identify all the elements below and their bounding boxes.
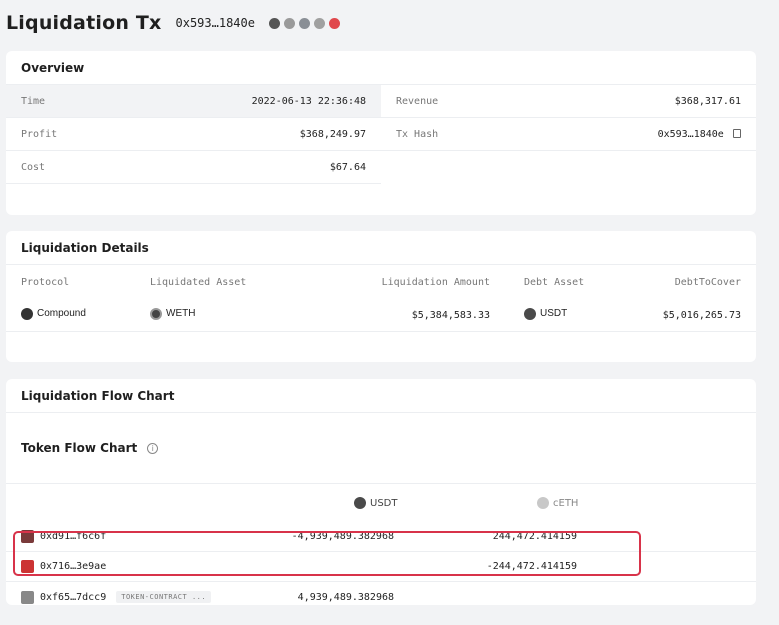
table-row: 0x716…3e9ae -244,472.414159 xyxy=(6,552,756,582)
weth-icon xyxy=(150,307,162,320)
table-row: 0xd91…f6c6f -4,939,489.382968 244,472.41… xyxy=(6,522,756,552)
overview-right: Revenue $368,317.61 Tx Hash 0x593…1840e xyxy=(381,85,756,184)
liquidation-table-header: Protocol Liquidated Asset Liquidation Am… xyxy=(21,276,741,288)
etherscan-icon[interactable] xyxy=(268,17,280,29)
avatar xyxy=(21,590,34,604)
page-title: Liquidation Tx xyxy=(6,12,162,34)
flow-chart-card: Liquidation Flow Chart Token Flow Chart … xyxy=(6,379,756,605)
usdt-icon xyxy=(524,307,536,320)
compound-icon xyxy=(21,307,33,320)
overview-title: Overview xyxy=(6,51,756,85)
copy-icon[interactable] xyxy=(733,129,741,138)
liquidation-details-card: Liquidation Details Protocol Liquidated … xyxy=(6,231,756,362)
tenderly-icon[interactable] xyxy=(328,17,340,29)
overview-card: Overview Time 2022-06-13 22:36:48 Profit… xyxy=(6,51,756,215)
token-flow-header: USDT cETH xyxy=(6,484,756,522)
avatar xyxy=(21,560,34,573)
overview-row-txhash: Tx Hash 0x593…1840e xyxy=(381,118,756,151)
liquidation-details-title: Liquidation Details xyxy=(6,231,756,265)
table-row: 0xf65…7dcc9 TOKEN-CONTRACT ... 4,939,489.… xyxy=(6,582,756,612)
phalcon-icon[interactable] xyxy=(298,17,310,29)
telegram-icon[interactable] xyxy=(313,17,325,29)
avatar xyxy=(21,530,34,543)
overview-row-revenue: Revenue $368,317.61 xyxy=(381,85,756,118)
flow-chart-title: Liquidation Flow Chart xyxy=(6,379,756,413)
overview-left: Time 2022-06-13 22:36:48 Profit $368,249… xyxy=(6,85,381,184)
token-flow-title: Token Flow Chart i xyxy=(6,413,756,484)
explorer-links xyxy=(268,17,340,29)
page-header: Liquidation Tx 0x593…1840e xyxy=(6,8,340,38)
tx-hash-header[interactable]: 0x593…1840e xyxy=(176,16,255,30)
ceth-icon xyxy=(537,497,549,509)
tx-hash-value[interactable]: 0x593…1840e xyxy=(658,129,724,140)
token-contract-tag: TOKEN-CONTRACT ... xyxy=(116,591,212,603)
overview-row-cost: Cost $67.64 xyxy=(6,151,381,184)
overview-row-profit: Profit $368,249.97 xyxy=(6,118,381,151)
overview-row-time: Time 2022-06-13 22:36:48 xyxy=(6,85,381,118)
info-icon[interactable]: i xyxy=(147,442,159,454)
usdt-icon xyxy=(354,497,366,509)
table-row: Compound WETH $5,384,583.33 USDT $5,016,… xyxy=(6,299,756,332)
play-icon[interactable] xyxy=(283,17,295,29)
